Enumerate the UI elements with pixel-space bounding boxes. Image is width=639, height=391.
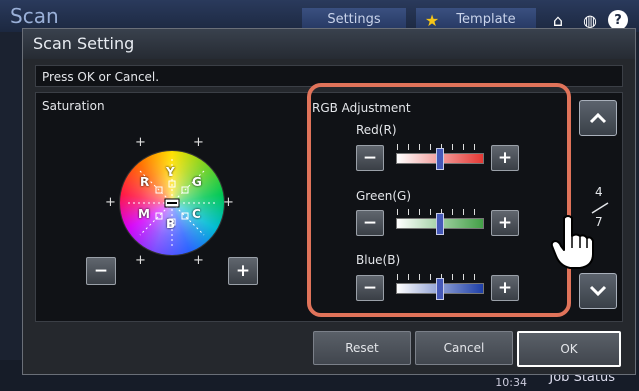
scroll-up-button[interactable]: [579, 100, 617, 136]
status-time: 10:34: [495, 376, 527, 389]
saturation-minus-button[interactable]: −: [86, 257, 116, 285]
page-slash-icon: [591, 202, 609, 214]
saturation-wheel[interactable]: R Y G M B C: [120, 151, 224, 255]
page-total: 7: [595, 215, 603, 229]
wheel-plus-l: +: [105, 195, 116, 210]
cancel-button[interactable]: Cancel: [415, 331, 513, 365]
help-icon[interactable]: ?: [608, 10, 628, 30]
wheel-plus-r: +: [223, 195, 234, 210]
app-title: Scan: [10, 4, 59, 28]
rgb-highlight-frame: [307, 83, 571, 317]
ok-button[interactable]: OK: [517, 331, 621, 367]
page-current: 4: [595, 185, 603, 199]
scroll-down-button[interactable]: [579, 273, 617, 309]
wheel-plus-tl: +: [135, 135, 146, 150]
pointing-hand-icon: [550, 215, 594, 269]
scan-setting-dialog: Scan Setting Press OK or Cancel. Saturat…: [22, 28, 636, 375]
wheel-plus-bl: +: [135, 253, 146, 268]
wheel-plus-tr: +: [193, 135, 204, 150]
chevron-down-icon: [589, 285, 607, 297]
saturation-label: Saturation: [42, 99, 105, 113]
template-label: Template: [456, 12, 516, 27]
wheel-marks: [128, 159, 216, 247]
dialog-title: Scan Setting: [23, 29, 635, 59]
chevron-up-icon: [589, 112, 607, 124]
reset-button[interactable]: Reset: [313, 331, 411, 365]
saturation-plus-button[interactable]: +: [228, 257, 258, 285]
wheel-plus-br: +: [193, 253, 204, 268]
